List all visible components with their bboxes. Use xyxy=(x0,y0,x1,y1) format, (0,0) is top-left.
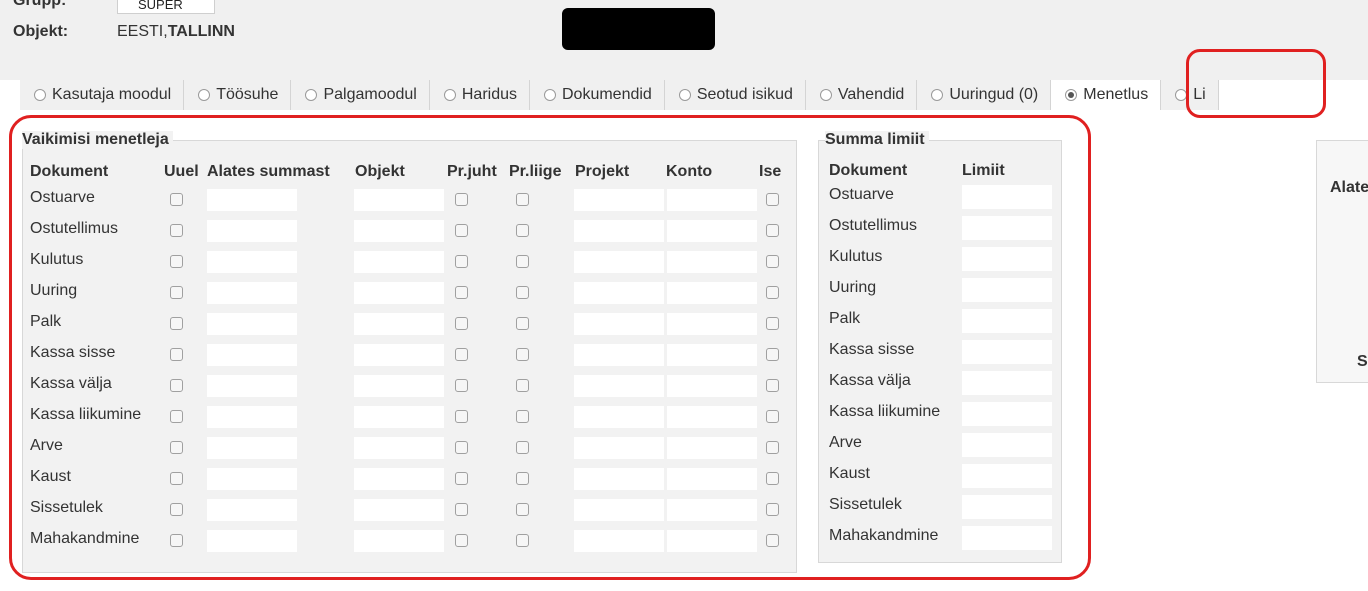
objekt-value-plain: EESTI, xyxy=(117,23,168,40)
menetlus-content-highlight xyxy=(9,115,1091,580)
right-panel-label: Alate xyxy=(1330,179,1368,196)
grupp-label: Grupp: xyxy=(13,0,67,9)
tab-töösuhe[interactable]: Töösuhe xyxy=(184,80,292,110)
tab-vahendid[interactable]: Vahendid xyxy=(805,80,918,110)
tab-label: Haridus xyxy=(461,86,517,103)
radio-icon xyxy=(34,89,46,101)
tab-dokumendid[interactable]: Dokumendid xyxy=(530,80,665,110)
tab-label: Dokumendid xyxy=(562,86,652,103)
radio-selected-icon xyxy=(1065,89,1078,101)
objekt-label: Objekt: xyxy=(13,23,69,40)
header-bar: Grupp: SUPER Objekt: EESTI,TALLINN xyxy=(0,0,1368,80)
radio-icon xyxy=(931,89,944,101)
right-panel xyxy=(1316,140,1368,383)
tab-bar: Kasutaja moodul Töösuhe Palgamoodul Haridus… xyxy=(20,80,1219,110)
tab-label: Kasutaja moodul xyxy=(52,86,172,103)
radio-icon xyxy=(443,89,456,101)
tab-label: Seotud isikud xyxy=(696,86,793,103)
grupp-field[interactable]: SUPER xyxy=(117,0,215,14)
radio-icon xyxy=(819,89,832,101)
right-panel-label-2: S xyxy=(1357,353,1368,370)
tab-kasutaja-moodul[interactable]: Kasutaja moodul xyxy=(20,80,185,110)
tab-label: Menetlus xyxy=(1083,86,1149,103)
redacted-area xyxy=(562,8,715,50)
radio-icon xyxy=(198,89,211,101)
tab-label: Palgamoodul xyxy=(323,86,417,103)
tab-seotud-isikud[interactable]: Seotud isikud xyxy=(664,80,806,110)
radio-icon xyxy=(305,89,318,101)
menetlus-tab-highlight xyxy=(1186,49,1326,118)
tab-menetlus[interactable]: Menetlus xyxy=(1051,80,1162,110)
radio-icon xyxy=(678,89,691,101)
tab-palgamoodul[interactable]: Palgamoodul xyxy=(291,80,430,110)
tab-haridus[interactable]: Haridus xyxy=(429,80,530,110)
tab-uuringud-0[interactable]: Uuringud (0) xyxy=(917,80,1052,110)
objekt-value: EESTI,TALLINN xyxy=(117,23,235,41)
tab-label: Töösuhe xyxy=(216,86,279,103)
radio-icon xyxy=(544,89,556,101)
objekt-value-bold: TALLINN xyxy=(167,23,235,40)
tab-label: Uuringud (0) xyxy=(949,86,1039,103)
tab-label: Vahendid xyxy=(837,86,905,103)
